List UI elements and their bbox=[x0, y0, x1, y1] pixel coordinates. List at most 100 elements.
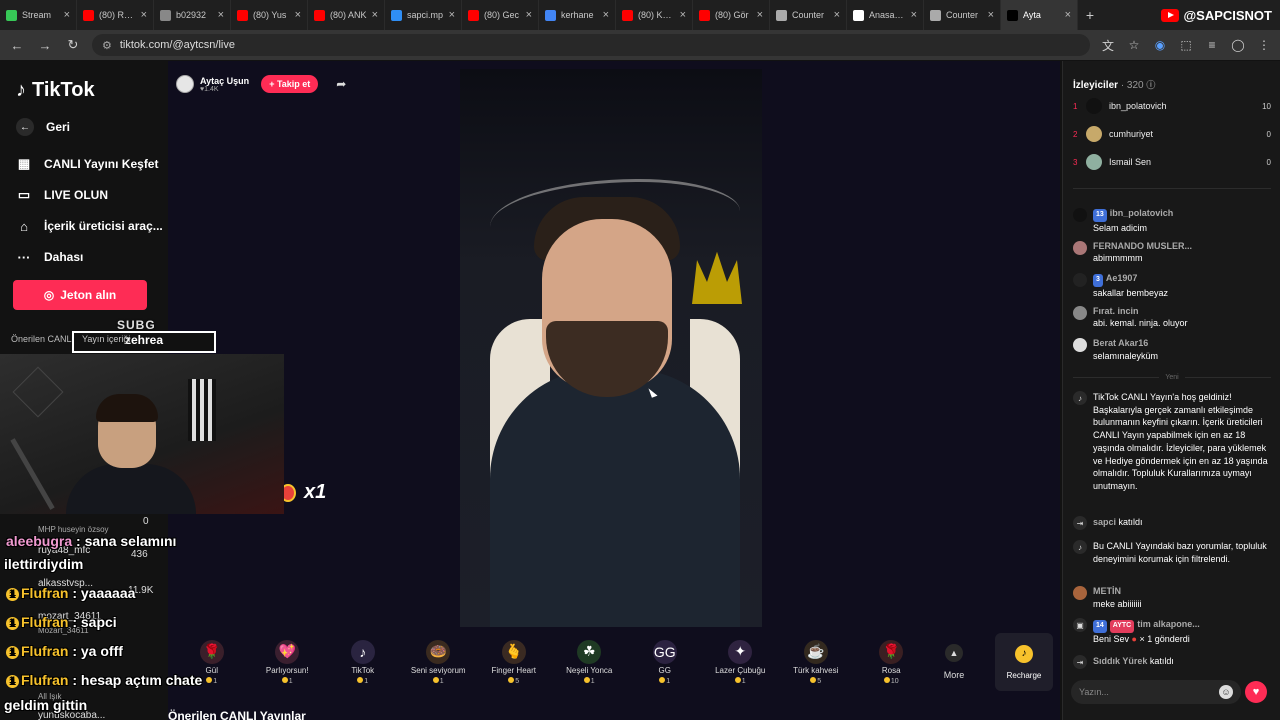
browser-tab[interactable]: Ayta × bbox=[1001, 0, 1078, 30]
tab-close-icon[interactable]: × bbox=[834, 9, 840, 21]
browser-tab[interactable]: Anasayfa × bbox=[847, 0, 924, 30]
tab-close-icon[interactable]: × bbox=[64, 9, 70, 21]
browser-tab[interactable]: (80) Yus × bbox=[231, 0, 308, 30]
tab-close-icon[interactable]: × bbox=[603, 9, 609, 21]
viewer-row[interactable]: 2 cumhuriyet 0 bbox=[1073, 126, 1271, 142]
menu-icon[interactable]: ⋮ bbox=[1256, 38, 1272, 52]
chat-user[interactable]: Ae1907 bbox=[1106, 273, 1138, 283]
tab-close-icon[interactable]: × bbox=[449, 9, 455, 21]
viewer-row[interactable]: 3 Ismail Sen 0 bbox=[1073, 154, 1271, 170]
browser-tab[interactable]: (80) ANK × bbox=[308, 0, 385, 30]
nav-more[interactable]: ··· Dahası bbox=[16, 249, 84, 265]
chat-user[interactable]: FERNANDO MUSLER... bbox=[1093, 241, 1192, 251]
overlay-chat-user: Flufran bbox=[21, 672, 69, 688]
viewer-row[interactable]: 1 ibn_polatovich 10 bbox=[1073, 98, 1271, 114]
gift-item[interactable]: ☕ Türk kahvesi 5 bbox=[778, 639, 854, 685]
puzzle-icon[interactable]: ⬚ bbox=[1178, 38, 1194, 52]
gift-item[interactable]: GG GG 1 bbox=[627, 639, 703, 685]
nav-creator-tools[interactable]: ⌂ İçerik üreticisi araç... bbox=[16, 218, 163, 234]
tab-label: Counter bbox=[946, 10, 979, 20]
back-arrow-icon[interactable]: ← bbox=[8, 38, 26, 53]
tab-close-icon[interactable]: × bbox=[757, 9, 763, 21]
join-user[interactable]: Sıddık Yürek bbox=[1093, 656, 1147, 666]
chat-user[interactable]: ibn_polatovich bbox=[1110, 208, 1174, 218]
avatar[interactable] bbox=[1073, 208, 1087, 222]
browser-tab[interactable]: (80) Real × bbox=[77, 0, 154, 30]
like-heart-button[interactable]: ♥ bbox=[1245, 681, 1267, 703]
new-tab-icon[interactable]: + bbox=[1078, 7, 1102, 23]
webcam-streamer-hair bbox=[96, 394, 158, 422]
translate-icon[interactable]: 文 bbox=[1100, 37, 1116, 54]
share-arrow-icon[interactable]: ➦ bbox=[336, 77, 346, 91]
browser-tab[interactable]: Counter × bbox=[770, 0, 847, 30]
recharge-button[interactable]: ♪ Recharge bbox=[995, 633, 1053, 691]
browser-tab[interactable]: Stream × bbox=[0, 0, 77, 30]
buy-coins-button[interactable]: ◎ Jeton alın bbox=[13, 280, 147, 310]
more-gifts-button[interactable]: ▲ More bbox=[929, 644, 979, 680]
chat-input[interactable]: Yazın... ☺ bbox=[1071, 680, 1241, 704]
forward-arrow-icon[interactable]: → bbox=[36, 38, 54, 53]
gift-item[interactable]: ☘ Neşeli Yonca 1 bbox=[552, 639, 628, 685]
bookmark-star-icon[interactable]: ☆ bbox=[1126, 38, 1142, 52]
tab-close-icon[interactable]: × bbox=[141, 9, 147, 21]
avatar[interactable] bbox=[1073, 305, 1087, 320]
site-info-icon[interactable]: ⚙ bbox=[102, 39, 112, 52]
tab-close-icon[interactable]: × bbox=[295, 9, 301, 21]
info-icon[interactable]: ⓘ bbox=[1146, 80, 1155, 90]
browser-tab[interactable]: Counter × bbox=[924, 0, 1001, 30]
gift-item[interactable]: ✦ Lazer Çubuğu 1 bbox=[703, 639, 779, 685]
gift-item[interactable]: 💖 Parlıyorsun! 1 bbox=[250, 639, 326, 685]
avatar[interactable] bbox=[1073, 338, 1087, 352]
live-video[interactable] bbox=[460, 69, 762, 627]
streamer-name[interactable]: Aytaç Uşun bbox=[200, 76, 249, 86]
avatar[interactable] bbox=[1073, 240, 1087, 255]
media-control-icon[interactable]: ≡ bbox=[1204, 38, 1220, 52]
avatar[interactable] bbox=[1073, 586, 1087, 600]
tab-close-icon[interactable]: × bbox=[218, 9, 224, 21]
nav-go-live-label: LIVE OLUN bbox=[44, 188, 109, 202]
browser-tab[interactable]: (80) KAR × bbox=[616, 0, 693, 30]
browser-tab[interactable]: kerhane × bbox=[539, 0, 616, 30]
overlay-chat-text: : sana selamını bbox=[76, 533, 177, 549]
emoji-icon[interactable]: ☺ bbox=[1219, 685, 1233, 699]
tab-close-icon[interactable]: × bbox=[1065, 9, 1071, 21]
gift-item[interactable]: ♪ TikTok 1 bbox=[325, 639, 401, 685]
tab-close-icon[interactable]: × bbox=[372, 9, 378, 21]
gift-combo: x1 bbox=[280, 481, 326, 504]
reload-icon[interactable]: ↻ bbox=[64, 37, 82, 53]
tab-close-icon[interactable]: × bbox=[911, 9, 917, 21]
chat-user[interactable]: Berat Akar16 bbox=[1093, 338, 1148, 348]
avatar[interactable] bbox=[1073, 273, 1087, 287]
browser-tab[interactable]: (80) Gör × bbox=[693, 0, 770, 30]
viewers-header[interactable]: İzleyiciler · 320 ⓘ bbox=[1073, 78, 1155, 91]
extension-icon[interactable]: ◉ bbox=[1152, 38, 1168, 52]
browser-tab[interactable]: b02932 × bbox=[154, 0, 231, 30]
join-user[interactable]: sapci bbox=[1093, 517, 1116, 527]
moderation-text: Bu CANLI Yayındaki bazı yorumlar, toplul… bbox=[1093, 541, 1267, 564]
nav-back[interactable]: ← Geri bbox=[16, 118, 70, 136]
nav-go-live[interactable]: ▭ LIVE OLUN bbox=[16, 187, 108, 203]
welcome-text: TikTok CANLI Yayın'a hoş geldiniz! Başka… bbox=[1093, 392, 1268, 491]
profile-icon[interactable]: ◯ bbox=[1230, 38, 1246, 52]
chat-user[interactable]: tim alkapone... bbox=[1137, 619, 1200, 629]
gift-item[interactable]: 🌹 Rosa 10 bbox=[854, 639, 930, 685]
browser-tab[interactable]: (80) Gec × bbox=[462, 0, 539, 30]
gift-item[interactable]: 🍩 Seni seviyorum 1 bbox=[401, 639, 477, 685]
tab-close-icon[interactable]: × bbox=[526, 9, 532, 21]
join-message: ⇥ sapci katıldı bbox=[1073, 516, 1273, 530]
url-field[interactable]: ⚙ tiktok.com/@aytcsn/live bbox=[92, 34, 1090, 56]
browser-tab[interactable]: sapci.mp × bbox=[385, 0, 462, 30]
chat-user[interactable]: METİN bbox=[1093, 586, 1121, 596]
tiktok-logo[interactable]: ♪ TikTok bbox=[16, 79, 95, 102]
gift-item[interactable]: 🫰 Finger Heart 5 bbox=[476, 639, 552, 685]
viewer-rank: 1 bbox=[1073, 101, 1078, 111]
tab-label: (80) Yus bbox=[253, 10, 287, 20]
nav-explore-live[interactable]: ▦ CANLI Yayını Keşfet bbox=[16, 156, 159, 172]
follow-button[interactable]: + Takip et bbox=[261, 75, 319, 93]
chat-user[interactable]: Fırat. incin bbox=[1093, 306, 1139, 316]
streamer-avatar[interactable] bbox=[176, 75, 194, 93]
tab-close-icon[interactable]: × bbox=[988, 9, 994, 21]
tab-close-icon[interactable]: × bbox=[680, 9, 686, 21]
live-stage: Aytaç Uşun ♥1.4K + Takip et ➦ x1 🌹 Gül 1 💖 P… bbox=[168, 61, 1060, 720]
chat-message: Fırat. incin abi. kemal. ninja. oluyor bbox=[1073, 305, 1273, 330]
